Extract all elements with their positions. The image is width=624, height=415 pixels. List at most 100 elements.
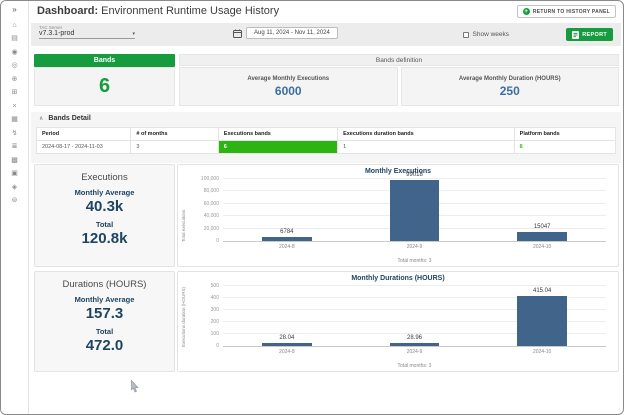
toolbar: TAC Server v7.3.1-prod ▾ Aug 11, 2024 - … <box>31 23 621 46</box>
x-tick-label: 2024-9 <box>407 244 423 250</box>
executions-total-label: Total <box>96 220 113 229</box>
x-tick-label: 2024-10 <box>533 349 551 355</box>
x-axis-caption: Total months: 3 <box>223 258 606 264</box>
col-executions-duration-bands: Executions duration bands <box>338 128 515 141</box>
y-tick-label: 80,000 <box>204 188 219 194</box>
cell-executions-bands: 6 <box>218 141 337 154</box>
bar-value-label: 99018 <box>406 172 423 178</box>
feedback-icon[interactable]: ⊜ <box>1 196 28 205</box>
bands-detail-section: ∧ Bands Detail Period # of months Execut… <box>31 112 621 163</box>
chevron-down-icon: ▾ <box>132 31 135 37</box>
col-executions-bands: Executions bands <box>218 128 337 141</box>
cell-executions-duration-bands: 1 <box>338 141 515 154</box>
return-icon: + <box>523 8 530 15</box>
executions-avg-value: 40.3k <box>86 198 124 215</box>
avg-monthly-duration-label: Average Monthly Duration (HOURS) <box>459 76 561 82</box>
user-icon[interactable]: ⊕ <box>1 75 28 84</box>
bands-count-value: 6 <box>34 67 175 106</box>
building-icon[interactable]: ▣ <box>1 169 28 178</box>
monitor-icon[interactable]: ◈ <box>1 183 28 192</box>
monthly-durations-chart-title: Monthly Durations (HOURS) <box>178 275 618 282</box>
show-weeks-checkbox[interactable] <box>463 32 469 38</box>
avg-monthly-duration-value: 250 <box>500 84 520 98</box>
expand-sidebar-icon[interactable]: » <box>1 5 28 14</box>
bands-card: Bands 6 <box>34 54 175 106</box>
show-weeks-group: Show weeks <box>463 31 510 38</box>
modules-icon[interactable]: ▦ <box>1 115 28 124</box>
return-button-label: RETURN TO HISTORY PANEL <box>533 9 610 15</box>
executions-total-value: 120.8k <box>82 230 128 247</box>
col-period: Period <box>37 128 131 141</box>
bar <box>390 180 440 241</box>
page-title: Dashboard: Environment Runtime Usage His… <box>37 5 279 17</box>
bands-definition-section: Bands definition Average Monthly Executi… <box>179 54 619 106</box>
grid-icon[interactable]: ▩ <box>1 156 28 165</box>
y-tick-label: 400 <box>211 295 219 301</box>
collapse-caret-icon[interactable]: ∧ <box>39 116 43 122</box>
x-tick-label: 2024-10 <box>533 244 551 250</box>
y-tick-label: 100,000 <box>201 176 219 182</box>
durations-stat-card: Durations (HOURS) Monthly Average 157.3 … <box>34 271 175 372</box>
document-icon[interactable]: ▤ <box>1 34 28 43</box>
lightning-icon[interactable]: ↯ <box>1 129 28 138</box>
cell-months: 3 <box>131 141 218 154</box>
bands-definition-header: Bands definition <box>179 54 619 66</box>
col-months: # of months <box>131 128 218 141</box>
cell-platform-bands: 6 <box>514 141 615 154</box>
y-tick-label: 0 <box>216 238 219 244</box>
grid-line <box>223 285 606 286</box>
executions-avg-label: Monthly Average <box>75 188 135 197</box>
date-range-input[interactable]: Aug 11, 2024 - Nov 11, 2024 <box>246 27 338 39</box>
show-weeks-label: Show weeks <box>473 31 510 38</box>
page-title-prefix: Dashboard: <box>37 5 98 17</box>
x-tick-label: 2024-8 <box>279 349 295 355</box>
monthly-executions-plot: 020,00040,00060,00080,000100,00067842024… <box>223 179 606 242</box>
durations-avg-label: Monthly Average <box>75 295 135 304</box>
bar-value-label: 28.96 <box>407 335 422 341</box>
durations-avg-value: 157.3 <box>86 305 124 322</box>
y-tick-label: 60,000 <box>204 201 219 207</box>
durations-total-label: Total <box>96 327 113 336</box>
settings-icon[interactable]: ◎ <box>1 61 28 70</box>
hierarchy-icon[interactable]: ≣ <box>1 142 28 151</box>
bar <box>262 237 312 241</box>
table-header-row: Period # of months Executions bands Exec… <box>37 128 616 141</box>
bands-card-header: Bands <box>34 54 175 67</box>
date-range-group: Aug 11, 2024 - Nov 11, 2024 <box>233 27 338 39</box>
app-window: » ⌂ ▤ ◉ ◎ ⊕ ⊞ × ▦ ↯ ≣ ▩ ▣ ◈ ⊜ Dashboard:… <box>0 0 624 415</box>
y-axis-label: Executions duration (HOURS) <box>181 286 186 347</box>
tac-server-select[interactable]: v7.3.1-prod ▾ <box>39 30 135 39</box>
y-tick-label: 100 <box>211 331 219 337</box>
users-icon[interactable]: ⊞ <box>1 88 28 97</box>
report-button-label: REPORT <box>582 32 607 38</box>
x-tick-label: 2024-9 <box>407 349 423 355</box>
avg-monthly-executions-card: Average Monthly Executions 6000 <box>179 67 398 106</box>
executions-title: Executions <box>81 172 127 183</box>
y-tick-label: 20,000 <box>204 226 219 232</box>
calendar-icon[interactable] <box>233 29 242 38</box>
avg-monthly-executions-label: Average Monthly Executions <box>247 76 329 82</box>
monthly-executions-chart-title: Monthly Executions <box>178 168 618 175</box>
cell-period: 2024-08-17 - 2024-11-03 <box>37 141 131 154</box>
monthly-durations-plot: 010020030040050028.042024-828.962024-941… <box>223 286 606 347</box>
report-icon <box>572 31 579 39</box>
bar <box>517 296 567 346</box>
bands-detail-table: Period # of months Executions bands Exec… <box>36 127 616 154</box>
col-platform-bands: Platform bands <box>514 128 615 141</box>
bar <box>390 343 440 346</box>
globe-icon[interactable]: ◉ <box>1 48 28 57</box>
page-title-text: Environment Runtime Usage History <box>98 5 279 17</box>
return-to-history-panel-button[interactable]: + RETURN TO HISTORY PANEL <box>517 5 616 18</box>
y-tick-label: 0 <box>216 343 219 349</box>
y-tick-label: 40,000 <box>204 213 219 219</box>
report-button[interactable]: REPORT <box>566 28 613 41</box>
bar <box>262 343 312 346</box>
tools-icon[interactable]: × <box>1 102 28 111</box>
executions-stat-card: Executions Monthly Average 40.3k Total 1… <box>34 164 175 267</box>
monthly-executions-chart-panel: Monthly Executions Total executions 020,… <box>177 164 619 267</box>
mouse-cursor <box>131 380 140 393</box>
home-icon[interactable]: ⌂ <box>1 21 28 30</box>
bar <box>517 232 567 241</box>
y-axis-label: Total executions <box>181 179 186 242</box>
tac-server-field: TAC Server v7.3.1-prod ▾ <box>39 25 135 39</box>
